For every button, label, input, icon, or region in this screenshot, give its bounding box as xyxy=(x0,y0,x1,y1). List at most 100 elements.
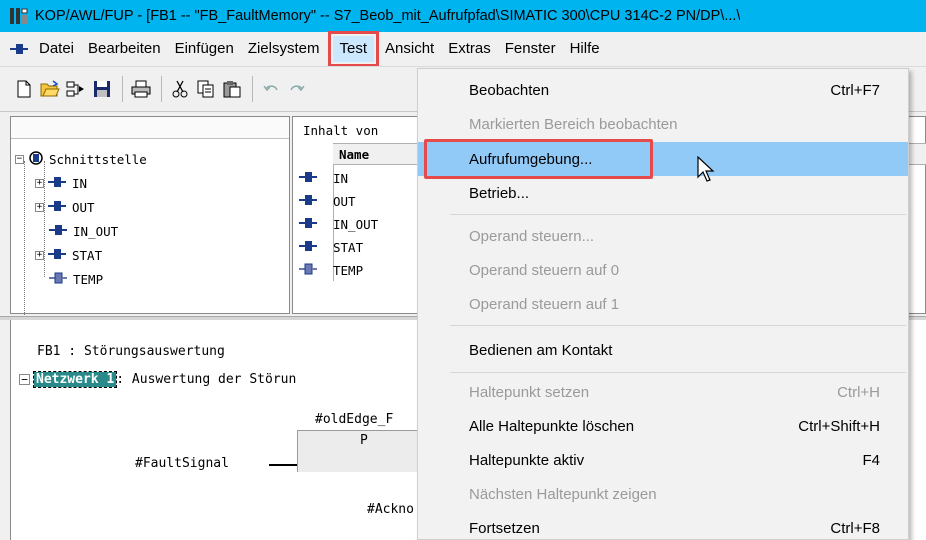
toolbar-separator xyxy=(122,76,123,102)
menu-datei[interactable]: Datei xyxy=(32,36,81,62)
menu-item-label: Alle Haltepunkte löschen xyxy=(469,417,635,435)
menu-item-operand-steuern-1[interactable]: Operand steuern auf 1 xyxy=(418,287,908,321)
menu-item-markierten-bereich[interactable]: Markierten Bereich beobachten xyxy=(418,107,908,141)
tree-node-label: IN xyxy=(72,175,88,191)
menu-ansicht[interactable]: Ansicht xyxy=(378,36,441,62)
tree-node-out[interactable]: + OUT xyxy=(35,197,95,217)
menu-item-shortcut: Ctrl+F7 xyxy=(830,81,880,99)
menu-item-shortcut: Ctrl+Shift+H xyxy=(798,417,880,435)
menu-hilfe[interactable]: Hilfe xyxy=(563,36,607,62)
expand-icon[interactable]: + xyxy=(35,202,44,212)
menu-item-shortcut: F4 xyxy=(862,451,880,469)
contents-caption: Inhalt von xyxy=(303,123,379,138)
collapse-icon[interactable]: − xyxy=(15,154,24,164)
menu-zielsystem[interactable]: Zielsystem xyxy=(241,36,327,62)
toolbar-separator xyxy=(252,76,253,102)
callout-highlight xyxy=(424,139,653,179)
column-header-label: Name xyxy=(339,147,370,162)
accessible-nodes-icon[interactable] xyxy=(64,77,88,101)
tree-node-in[interactable]: + IN xyxy=(35,173,87,193)
cut-icon[interactable] xyxy=(168,77,192,101)
tree-root-label: Schnittstelle xyxy=(49,151,147,167)
param-in-out-icon xyxy=(49,224,67,239)
tree-node-label: IN_OUT xyxy=(73,223,119,239)
menu-item-betrieb[interactable]: Betrieb... xyxy=(418,176,908,210)
menu-item-operand-steuern-0[interactable]: Operand steuern auf 0 xyxy=(418,253,908,287)
tree-node-label: STAT xyxy=(72,247,103,263)
box-label: P xyxy=(360,433,368,448)
toolbar-separator xyxy=(161,76,162,102)
menu-item-label: Haltepunkte aktiv xyxy=(469,451,585,469)
menu-item-label: Nächsten Haltepunkt zeigen xyxy=(469,485,657,503)
table-cell-name: STAT xyxy=(333,240,364,255)
undo-icon[interactable] xyxy=(259,77,283,101)
network-label[interactable]: Netzwerk 1 xyxy=(32,371,118,388)
menu-test[interactable]: Test xyxy=(327,31,379,67)
collapse-icon[interactable]: − xyxy=(19,374,30,385)
menu-fenster[interactable]: Fenster xyxy=(498,36,563,62)
menu-item-operand-steuern[interactable]: Operand steuern... xyxy=(418,219,908,253)
param-out-icon xyxy=(293,194,319,209)
param-in-out-icon xyxy=(293,217,319,232)
tree-node-in-out[interactable]: IN_OUT xyxy=(49,221,118,241)
table-cell-name: OUT xyxy=(333,194,356,209)
table-cell-name: TEMP xyxy=(333,263,364,278)
interface-icon xyxy=(28,150,44,169)
param-stat-icon xyxy=(293,240,319,255)
edge-detection-box[interactable]: P xyxy=(297,430,437,472)
menu-item-haltepunkte-aktiv[interactable]: Haltepunkte aktiv F4 xyxy=(418,443,908,477)
copy-icon[interactable] xyxy=(194,77,218,101)
table-cell-name: IN xyxy=(333,171,349,186)
menu-bearbeiten[interactable]: Bearbeiten xyxy=(81,36,168,62)
menu-item-beobachten[interactable]: Beobachten Ctrl+F7 xyxy=(418,73,908,107)
menu-bar: Datei Bearbeiten Einfügen Zielsystem Tes… xyxy=(0,31,926,67)
tree-node-label: TEMP xyxy=(73,271,104,287)
menu-item-label: Operand steuern... xyxy=(469,227,595,245)
mouse-pointer-icon xyxy=(697,155,715,186)
menu-item-bedienen-am-kontakt[interactable]: Bedienen am Kontakt xyxy=(418,333,908,367)
menu-item-alle-haltepunkte-loeschen[interactable]: Alle Haltepunkte löschen Ctrl+Shift+H xyxy=(418,409,908,443)
connection-line xyxy=(269,464,297,466)
menu-item-label: Operand steuern auf 0 xyxy=(469,261,620,279)
menu-extras[interactable]: Extras xyxy=(441,36,498,62)
menu-item-label: Markierten Bereich beobachten xyxy=(469,115,678,133)
new-icon[interactable] xyxy=(12,77,36,101)
tree-root[interactable]: − Schnittstelle xyxy=(15,149,147,169)
menu-separator xyxy=(450,325,906,326)
var-faultsignal: #FaultSignal xyxy=(135,456,229,471)
paste-icon[interactable] xyxy=(220,77,244,101)
expand-icon[interactable]: + xyxy=(35,250,44,260)
window-title: KOP/AWL/FUP - [FB1 -- "FB_FaultMemory" -… xyxy=(35,8,741,24)
network-title: : Auswertung der Störun xyxy=(116,372,297,387)
menu-item-fortsetzen[interactable]: Fortsetzen Ctrl+F8 xyxy=(418,511,908,540)
menu-item-label: Betrieb... xyxy=(469,184,530,202)
tree-node-temp[interactable]: TEMP xyxy=(49,269,103,289)
menu-item-label: Beobachten xyxy=(469,81,550,99)
interface-tree: − Schnittstelle + IN + OUT IN_OUT + STAT xyxy=(10,116,290,315)
tree-header xyxy=(11,117,289,139)
network-header: − Netzwerk 1 : Auswertung der Störun xyxy=(19,371,297,388)
param-stat-icon xyxy=(48,248,66,263)
param-in-icon xyxy=(48,176,66,191)
print-icon[interactable] xyxy=(129,77,153,101)
menu-item-label: Haltepunkt setzen xyxy=(469,383,590,401)
menu-item-label: Fortsetzen xyxy=(469,519,540,537)
title-bar: KOP/AWL/FUP - [FB1 -- "FB_FaultMemory" -… xyxy=(0,0,926,32)
expand-icon[interactable]: + xyxy=(35,178,44,188)
menu-item-shortcut: Ctrl+F8 xyxy=(830,519,880,537)
redo-icon[interactable] xyxy=(285,77,309,101)
tree-node-stat[interactable]: + STAT xyxy=(35,245,102,265)
param-temp-icon xyxy=(293,263,319,278)
param-out-icon xyxy=(48,200,66,215)
menu-item-haltepunkt-setzen[interactable]: Haltepunkt setzen Ctrl+H xyxy=(418,375,908,409)
block-title: FB1 : Störungsauswertung xyxy=(37,344,225,359)
menu-item-label: Bedienen am Kontakt xyxy=(469,341,613,359)
var-ackn: #Ackno xyxy=(367,502,414,517)
menu-separator xyxy=(450,214,906,215)
open-icon[interactable] xyxy=(38,77,62,101)
system-menu-icon[interactable] xyxy=(10,42,28,56)
menu-einfuegen[interactable]: Einfügen xyxy=(168,36,241,62)
menu-item-label: Operand steuern auf 1 xyxy=(469,295,620,313)
menu-item-naechsten-haltepunkt[interactable]: Nächsten Haltepunkt zeigen xyxy=(418,477,908,511)
save-icon[interactable] xyxy=(90,77,114,101)
